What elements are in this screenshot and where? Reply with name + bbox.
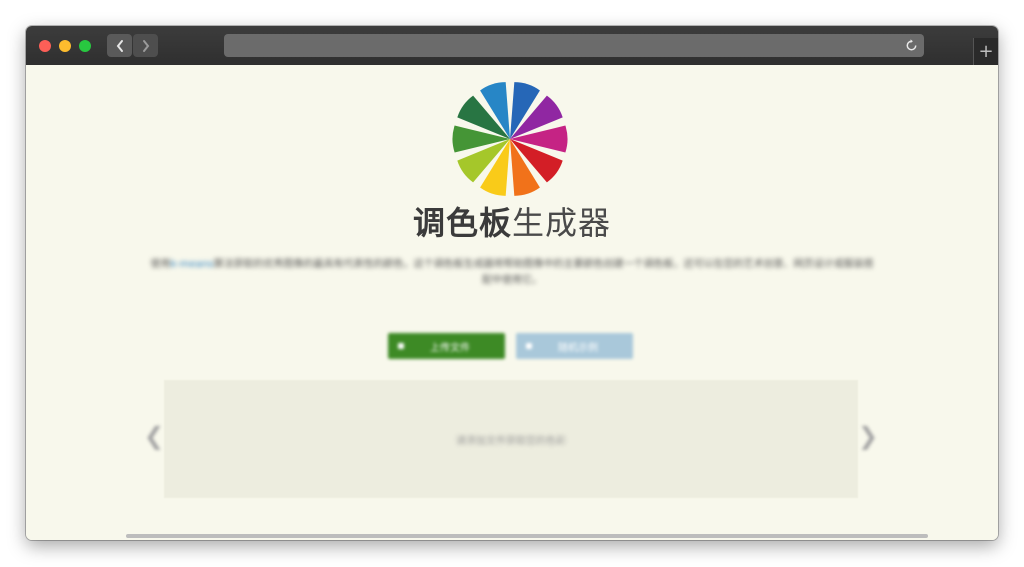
shuffle-icon bbox=[526, 343, 532, 349]
upload-file-label: 上传文件 bbox=[430, 342, 470, 354]
page-title-bold: 调色板 bbox=[412, 204, 512, 242]
palette-logo-icon bbox=[452, 82, 568, 196]
upload-icon bbox=[398, 343, 404, 349]
description-text: 算法获取的优秀图像的最具有代表性的颜色，这个调色板生成器将帮助图像中的主要颜色创… bbox=[213, 259, 874, 286]
forward-button[interactable] bbox=[133, 34, 158, 57]
horizontal-scrollbar[interactable] bbox=[126, 534, 928, 538]
palette-carousel[interactable]: 请添加文件获取您的色彩 bbox=[164, 380, 858, 498]
close-window-button[interactable] bbox=[39, 40, 51, 52]
kmeans-link[interactable]: k-means bbox=[171, 259, 214, 270]
carousel-prev-button[interactable]: ❮ bbox=[144, 422, 164, 450]
random-example-button[interactable]: 随机示例 bbox=[516, 333, 633, 359]
random-example-label: 随机示例 bbox=[558, 342, 598, 354]
carousel-next-button[interactable]: ❯ bbox=[858, 422, 878, 450]
carousel-hint: 请添加文件获取您的色彩 bbox=[456, 436, 566, 447]
zoom-window-button[interactable] bbox=[79, 40, 91, 52]
back-button[interactable] bbox=[107, 34, 132, 57]
page-content: 调色板生成器 使用k-means算法获取的优秀图像的最具有代表性的颜色，这个调色… bbox=[26, 65, 998, 540]
page-title-light: 生成器 bbox=[512, 204, 612, 242]
plus-icon: + bbox=[978, 40, 994, 62]
page-title: 调色板生成器 bbox=[26, 198, 998, 244]
description-prefix: 使用 bbox=[150, 259, 171, 270]
new-tab-button[interactable]: + bbox=[973, 38, 998, 65]
address-bar[interactable] bbox=[224, 34, 924, 57]
page-description: 使用k-means算法获取的优秀图像的最具有代表性的颜色，这个调色板生成器将帮助… bbox=[150, 257, 874, 289]
chevron-right-icon bbox=[142, 39, 149, 52]
upload-file-button[interactable]: 上传文件 bbox=[388, 333, 505, 359]
chevron-left-icon bbox=[116, 39, 123, 52]
minimize-window-button[interactable] bbox=[59, 40, 71, 52]
browser-titlebar: + bbox=[26, 26, 998, 65]
reload-icon[interactable] bbox=[904, 38, 919, 53]
browser-window: + 调色板生成器 使用k-means算法获取的优秀图像的最具有代表性的颜色，这个… bbox=[26, 26, 998, 540]
